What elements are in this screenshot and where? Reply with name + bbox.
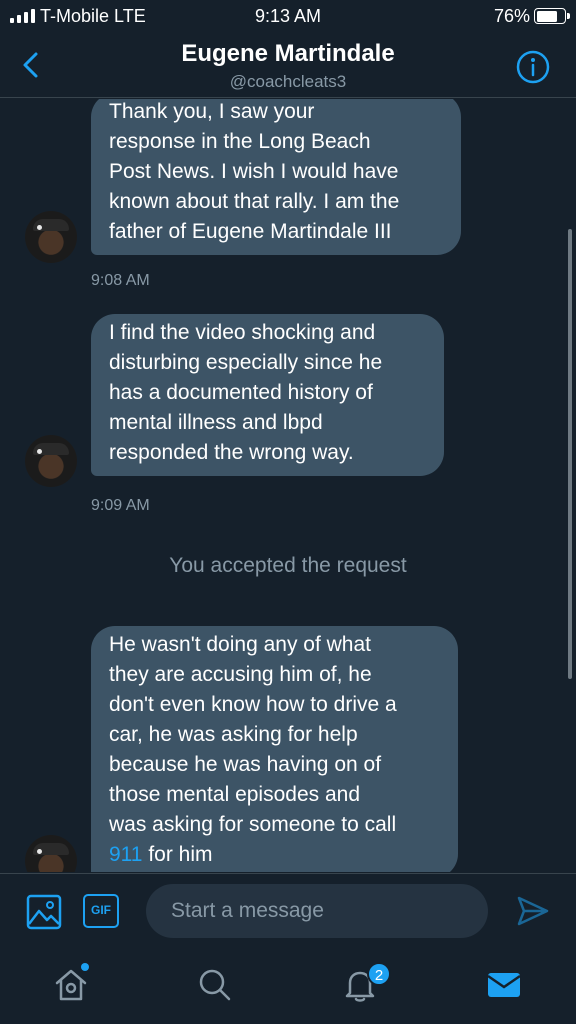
conversation-handle: @coachcleats3	[229, 72, 347, 91]
message-list[interactable]: Thank you, I saw your response in the Lo…	[0, 99, 576, 872]
message-text: He wasn't doing any of what they are acc…	[109, 633, 397, 836]
message-bubble[interactable]: I find the video shocking and disturbing…	[91, 314, 444, 476]
conversation-header: Eugene Martindale @coachcleats3	[0, 34, 576, 98]
send-icon[interactable]	[516, 894, 550, 928]
message-composer: GIF	[0, 873, 576, 949]
notifications-badge: 2	[367, 962, 391, 986]
avatar[interactable]	[25, 211, 77, 263]
conversation-name[interactable]: Eugene Martindale	[0, 40, 576, 68]
gif-icon[interactable]: GIF	[83, 894, 119, 928]
home-icon[interactable]	[53, 967, 89, 1003]
message-bubble[interactable]: He wasn't doing any of what they are acc…	[91, 626, 458, 872]
scrollbar[interactable]	[568, 229, 572, 679]
message-text: for him	[142, 843, 213, 866]
mail-icon[interactable]	[486, 967, 522, 1003]
system-note: You accepted the request	[169, 554, 407, 577]
message-timestamp: 9:09 AM	[91, 497, 150, 514]
message-input[interactable]	[146, 884, 488, 938]
message-bubble[interactable]: Thank you, I saw your response in the Lo…	[91, 99, 461, 255]
avatar[interactable]	[25, 835, 77, 872]
new-content-dot	[81, 963, 89, 971]
info-icon[interactable]	[516, 50, 550, 84]
avatar[interactable]	[25, 435, 77, 487]
image-icon[interactable]	[26, 894, 62, 930]
status-time: 9:13 AM	[254, 6, 322, 26]
battery-percent: 76%	[493, 6, 530, 26]
status-bar: T-Mobile LTE 9:13 AM 76%	[0, 0, 576, 34]
search-icon[interactable]	[197, 967, 233, 1003]
message-timestamp: 9:08 AM	[91, 272, 150, 289]
battery-icon	[534, 8, 570, 24]
phone-link[interactable]: 911	[109, 843, 142, 866]
tab-bar: 2	[0, 949, 576, 1024]
